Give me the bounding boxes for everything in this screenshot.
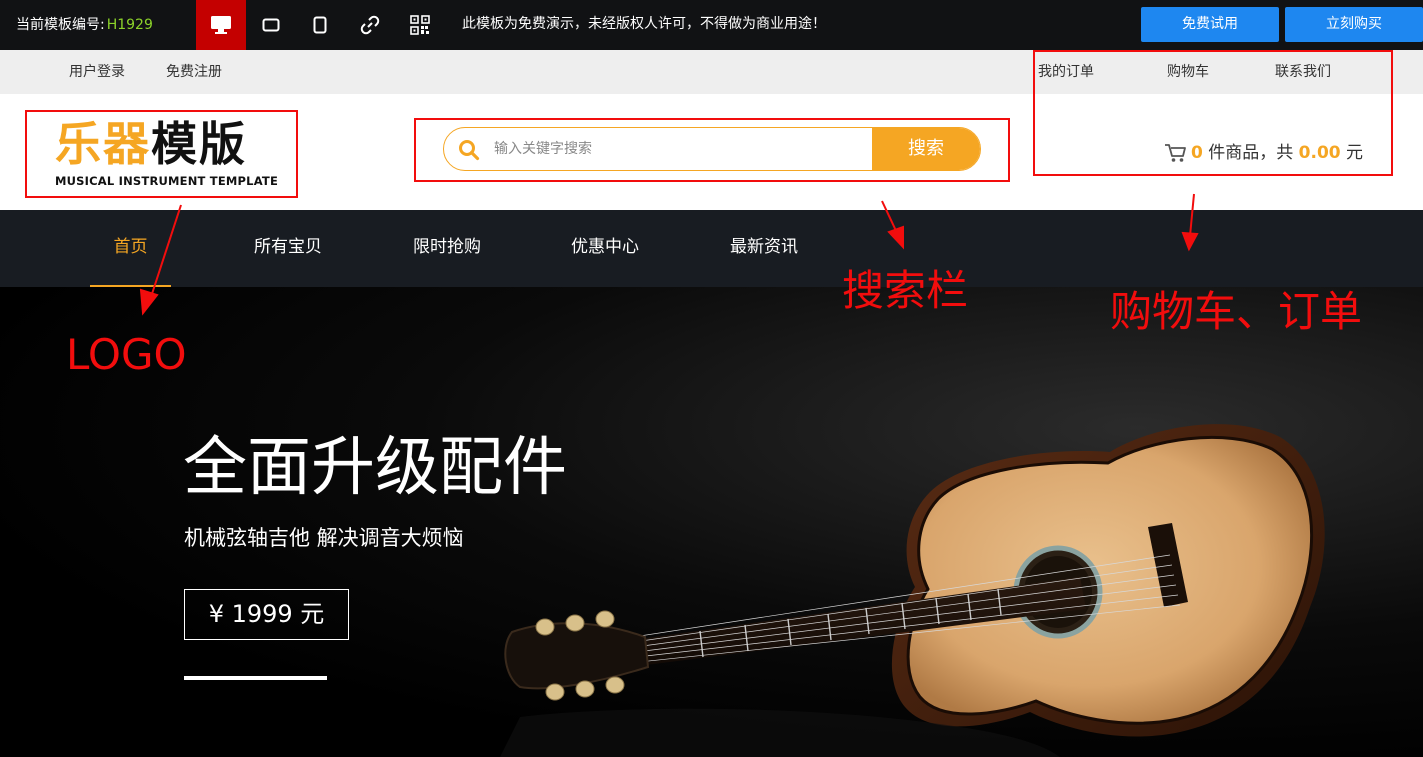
nav-item-home[interactable]: 首页 (90, 210, 171, 287)
link-icon (360, 15, 380, 35)
banner-price[interactable]: ¥ 1999 元 (184, 589, 349, 640)
free-trial-button[interactable]: 免费试用 (1141, 7, 1279, 42)
buy-now-button[interactable]: 立刻购买 (1285, 7, 1423, 42)
login-link[interactable]: 用户登录 (69, 50, 125, 94)
logo-annotation-box (25, 110, 298, 198)
search-annotation-box (414, 118, 1010, 182)
tablet-landscape-view-button[interactable] (246, 0, 296, 50)
template-code-label: 当前模板编号: (16, 17, 105, 33)
banner-divider (184, 676, 327, 680)
main-nav: 首页 所有宝贝 限时抢购 优惠中心 最新资讯 (0, 210, 1423, 287)
cart-annotation-box (1033, 50, 1393, 176)
banner-subtitle: 机械弦轴吉他 解决调音大烦恼 (184, 526, 464, 550)
banner-title: 全面升级配件 (183, 431, 567, 505)
cart-annotation-label: 购物车、订单 (1110, 287, 1363, 336)
search-annotation-label: 搜索栏 (842, 266, 969, 315)
desktop-icon (211, 16, 231, 34)
nav-item-flash-sale[interactable]: 限时抢购 (405, 210, 489, 287)
tablet-landscape-icon (262, 18, 280, 32)
qrcode-icon (410, 15, 430, 35)
nav-item-news[interactable]: 最新资讯 (722, 210, 806, 287)
tablet-portrait-view-button[interactable] (295, 0, 345, 50)
register-link[interactable]: 免费注册 (166, 50, 222, 94)
demo-toolbar: 当前模板编号: H1929 此模板为免费演示，未经版权人许可，不得做为商业用途！… (0, 0, 1423, 50)
nav-item-all-products[interactable]: 所有宝贝 (246, 210, 330, 287)
demo-notice: 此模板为免费演示，未经版权人许可，不得做为商业用途！ (462, 16, 826, 32)
nav-item-coupons[interactable]: 优惠中心 (563, 210, 647, 287)
desktop-view-button[interactable] (196, 0, 246, 50)
tablet-portrait-icon (313, 16, 327, 34)
template-code-value: H1929 (106, 17, 153, 33)
link-view-button[interactable] (345, 0, 395, 50)
template-code: 当前模板编号: H1929 (16, 0, 153, 50)
logo-annotation-label: LOGO (66, 330, 187, 379)
qrcode-view-button[interactable] (395, 0, 445, 50)
